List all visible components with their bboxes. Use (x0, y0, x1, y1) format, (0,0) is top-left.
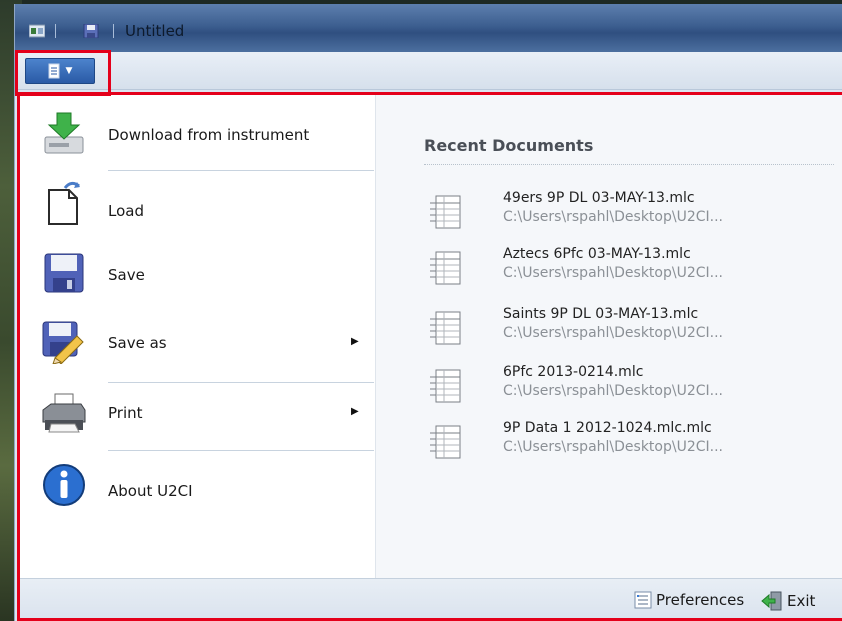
title-separator (113, 24, 114, 38)
app-window: Untitled ▼ Download from instrument Load… (14, 4, 842, 621)
highlight-box-menu-button (15, 50, 111, 96)
ribbon-bar: ▼ (15, 52, 842, 90)
title-separator (55, 24, 56, 38)
app-icon (29, 24, 45, 38)
title-bar: Untitled (15, 4, 842, 52)
highlight-box-menu (17, 92, 842, 621)
quick-save-icon[interactable] (83, 24, 99, 38)
window-title: Untitled (125, 22, 185, 40)
